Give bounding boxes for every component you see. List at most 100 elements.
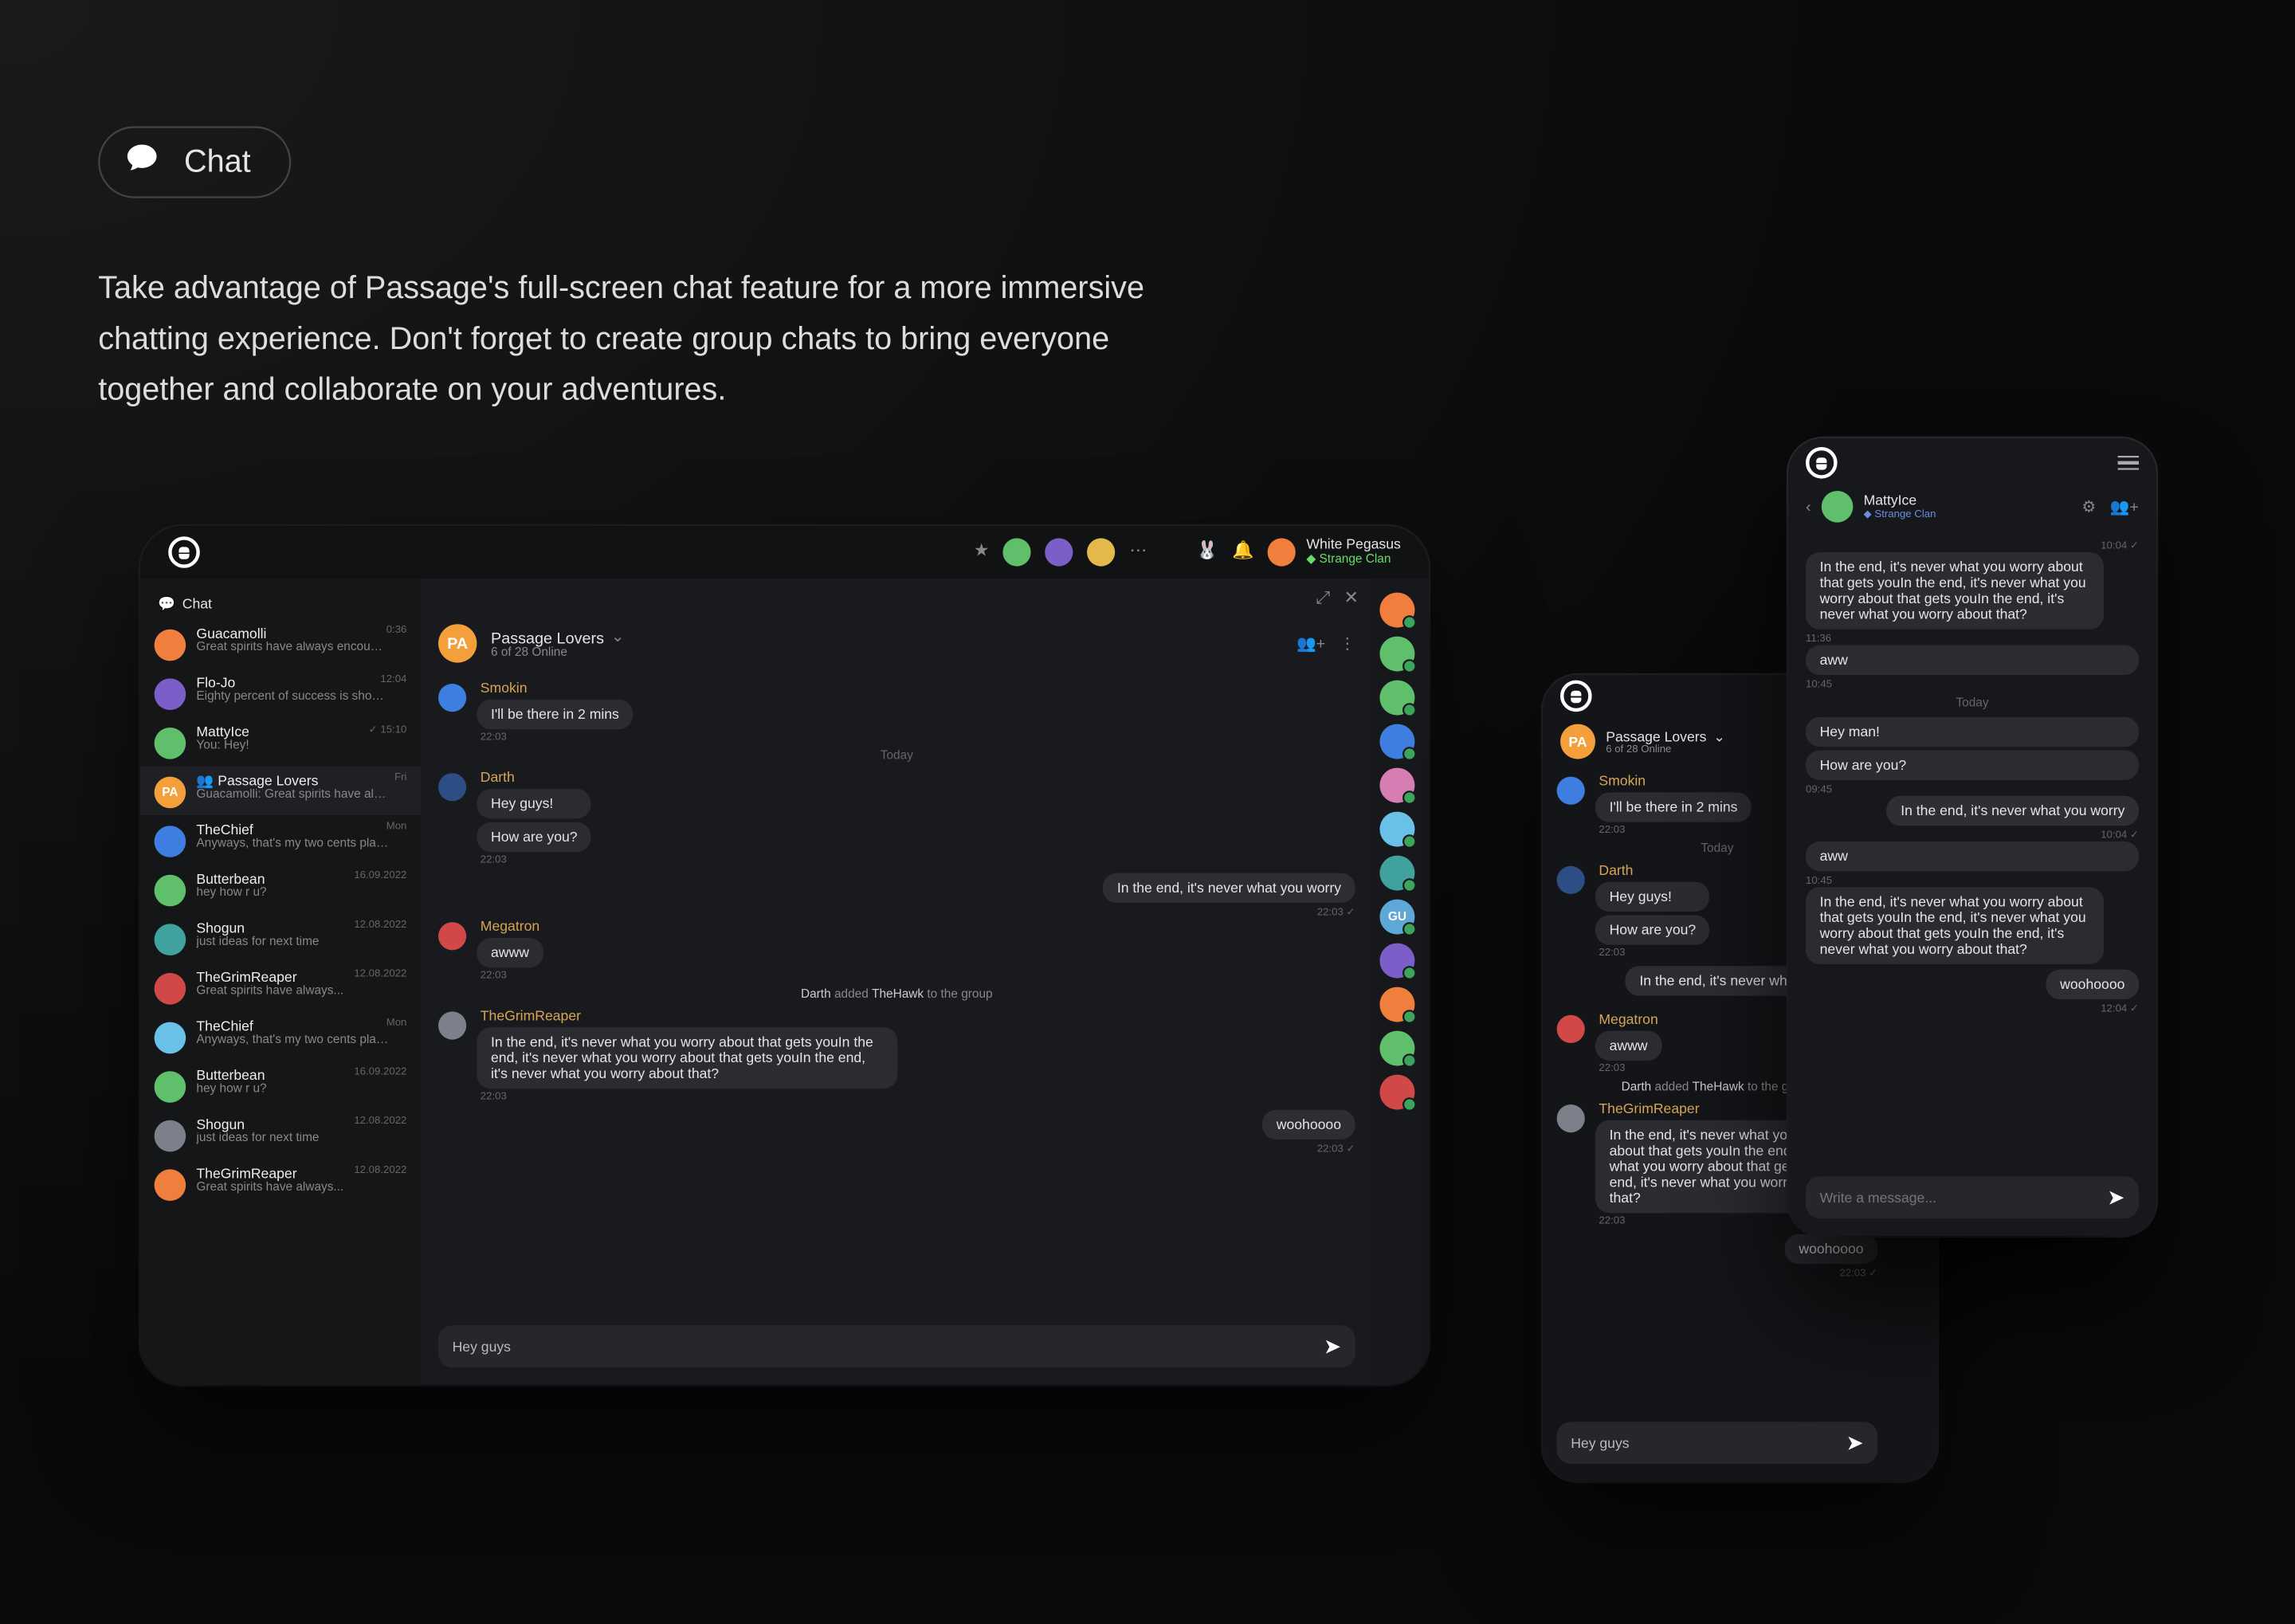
section-label: Chat (184, 143, 251, 180)
own-bubble: woohoooo (1785, 1234, 1877, 1264)
chat-avatar (1822, 491, 1854, 523)
message-bubble: awww (477, 938, 543, 967)
conversation-sidebar: 💬 Chat GuacamolliGreat spirits have alwa… (140, 579, 421, 1385)
settings-icon[interactable]: ⚙ (2081, 497, 2096, 516)
member-avatar[interactable] (1379, 987, 1414, 1022)
conversation-item[interactable]: TheGrimReaperGreat spirits have always..… (140, 1159, 421, 1208)
message-input[interactable] (453, 1339, 1324, 1355)
day-divider: Today (1806, 698, 2139, 710)
message-bubble: In the end, it's never what you worry ab… (1806, 887, 2104, 964)
more-icon[interactable]: ⋯ (1129, 543, 1147, 562)
app-logo-icon (168, 536, 200, 568)
message-input[interactable] (1820, 1190, 2108, 1206)
current-user[interactable]: White Pegasus ◆ Strange Clan (1268, 538, 1401, 567)
members-rail: GU (1373, 579, 1429, 1385)
timestamp: 22:03 (481, 856, 591, 866)
conversation-item[interactable]: Butterbeanhey how r u?16.09.2022 (140, 865, 421, 914)
menu-icon[interactable] (2118, 455, 2139, 470)
expand-icon[interactable]: ⤢ (1316, 588, 1330, 607)
send-icon[interactable]: ➤ (1324, 1334, 1341, 1359)
message-avatar (438, 1011, 466, 1039)
message-author: Smokin (481, 681, 634, 696)
conversation-item[interactable]: PA👥 Passage LoversGuacamolli: Great spir… (140, 766, 421, 815)
conversation-item[interactable]: Shogunjust ideas for next time12.08.2022 (140, 913, 421, 963)
message-author: Megatron (481, 919, 543, 935)
more-icon[interactable]: ⋮ (1340, 634, 1355, 653)
own-bubble: woohoooo (2046, 970, 2139, 999)
conversation-item[interactable]: TheChiefAnyways, that's my two cents pla… (140, 1011, 421, 1061)
conversation-item[interactable]: GuacamolliGreat spirits have always enco… (140, 619, 421, 669)
message-bubble: How are you? (1806, 751, 2139, 780)
timestamp: 22:03 (1599, 826, 1752, 836)
member-avatar[interactable] (1379, 1075, 1414, 1110)
topbar-avatar[interactable] (1003, 538, 1031, 566)
conversation-item[interactable]: Flo-JoEighty percent of success is showi… (140, 668, 421, 717)
message-author: Megatron (1599, 1011, 1661, 1027)
member-avatar[interactable] (1379, 1031, 1414, 1066)
timestamp: 10:45 (1806, 681, 2139, 691)
conversation-item[interactable]: Shogunjust ideas for next time12.08.2022 (140, 1110, 421, 1159)
conversation-item[interactable]: TheGrimReaperGreat spirits have always..… (140, 963, 421, 1012)
topbar-avatar[interactable] (1046, 538, 1073, 566)
timestamp: 22:03 (481, 971, 543, 982)
app-logo-icon (1560, 681, 1592, 712)
add-member-icon[interactable]: 👥+ (1297, 634, 1325, 653)
chat-panel: ⤢ ✕ PA Passage Lovers ⌄ 6 of 28 Online 👥… (421, 579, 1373, 1385)
message-author: Darth (481, 770, 591, 786)
own-bubble: woohoooo (1262, 1110, 1355, 1140)
bell-icon[interactable]: 🔔 (1232, 543, 1253, 562)
message-bubble: How are you? (477, 822, 591, 852)
message-row: SmokinI'll be there in 2 mins22:03 (438, 681, 1355, 743)
member-avatar[interactable] (1379, 856, 1414, 891)
timestamp: 22:03 (481, 733, 634, 743)
message-author: Smokin (1599, 773, 1752, 789)
message-avatar (1557, 777, 1585, 805)
message-input-row: ➤ (438, 1325, 1355, 1367)
add-icon[interactable]: 👥+ (2110, 497, 2139, 516)
message-bubble: Hey man! (1806, 717, 2139, 747)
message-avatar (438, 922, 466, 950)
conversation-item[interactable]: Butterbeanhey how r u?16.09.2022 (140, 1061, 421, 1110)
member-avatar[interactable] (1379, 724, 1414, 759)
member-avatar[interactable] (1379, 812, 1414, 847)
message-bubble: How are you? (1595, 915, 1710, 944)
timestamp: 22:03 (481, 1092, 898, 1103)
message-author: Darth (1599, 862, 1709, 878)
conversation-item[interactable]: MattyIceYou: Hey!✓ 15:10 (140, 717, 421, 767)
member-avatar[interactable] (1379, 681, 1414, 716)
system-message: Darth added TheHawk to the group (438, 989, 1355, 1001)
member-avatar[interactable] (1379, 593, 1414, 628)
phone-mock: ‹ MattyIce ◆ Strange Clan ⚙ 👥+ 10:04 ✓ I… (1788, 438, 2156, 1236)
message-input[interactable] (1571, 1435, 1846, 1451)
topbar-avatar[interactable] (1088, 538, 1116, 566)
timestamp: 22:03 (1599, 1064, 1661, 1074)
back-icon[interactable]: ‹ (1806, 498, 1811, 516)
member-avatar[interactable] (1379, 943, 1414, 979)
own-bubble: In the end, it's never what you worry (1103, 873, 1355, 903)
member-avatar[interactable] (1379, 637, 1414, 672)
group-name[interactable]: Passage Lovers ⌄ (1606, 728, 1725, 744)
user-name: White Pegasus (1306, 538, 1400, 553)
chat-subtitle: ◆ Strange Clan (1864, 508, 1936, 520)
star-icon[interactable]: ★ (974, 543, 990, 562)
message-bubble: aww (1806, 841, 2139, 871)
group-name[interactable]: Passage Lovers ⌄ (491, 628, 624, 647)
section-copy: Take advantage of Passage's full-screen … (98, 263, 1220, 414)
close-icon[interactable]: ✕ (1344, 588, 1359, 607)
bunny-icon[interactable]: 🐰 (1196, 543, 1218, 562)
timestamp: 12:04 ✓ (1806, 1002, 2139, 1014)
message-avatar (438, 773, 466, 801)
send-icon[interactable]: ➤ (2107, 1185, 2124, 1210)
day-divider: Today (438, 751, 1355, 763)
send-icon[interactable]: ➤ (1846, 1430, 1863, 1455)
member-avatar[interactable] (1379, 768, 1414, 803)
timestamp: 10:45 (1806, 877, 2139, 887)
timestamp: 22:03 ✓ (441, 906, 1355, 918)
message-bubble: I'll be there in 2 mins (1595, 792, 1752, 822)
member-avatar[interactable]: GU (1379, 900, 1414, 935)
conversation-item[interactable]: TheChiefAnyways, that's my two cents pla… (140, 815, 421, 865)
message-row: TheGrimReaperIn the end, it's never what… (438, 1008, 1355, 1103)
group-status: 6 of 28 Online (1606, 744, 1725, 755)
timestamp: 09:45 (1806, 786, 2139, 796)
message-author: TheGrimReaper (481, 1008, 898, 1024)
